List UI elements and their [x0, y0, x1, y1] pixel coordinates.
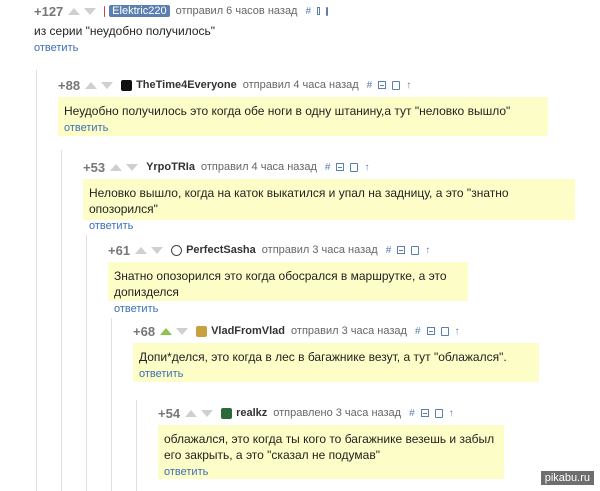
- permalink-icon[interactable]: #: [386, 245, 392, 256]
- avatar: [171, 244, 183, 256]
- save-icon[interactable]: [392, 80, 401, 90]
- upvote-icon[interactable]: [85, 81, 98, 89]
- thread-line: [111, 318, 112, 491]
- parent-arrow-icon[interactable]: ↑: [449, 408, 454, 419]
- reply-link[interactable]: ответить: [114, 303, 158, 315]
- comment-rating: +127: [34, 3, 64, 19]
- downvote-icon[interactable]: [126, 163, 139, 171]
- comment-author[interactable]: VladFromVlad: [211, 325, 285, 337]
- permalink-icon[interactable]: #: [415, 326, 421, 337]
- comment-time: отправил 4 часа назад: [200, 161, 317, 173]
- comment-header: +127 Elektric220 отправил 6 часов назад …: [34, 3, 334, 19]
- comment: +61 PerfectSasha отправил 3 часа назад #…: [108, 242, 588, 315]
- comment-time: отправил 3 часа назад: [261, 244, 378, 256]
- comment-body: Допи*делся, это когда в лес в багажнике …: [133, 343, 539, 382]
- comment: +54 realkz отправлено 3 часа назад # ↑ о…: [158, 405, 538, 479]
- downvote-icon[interactable]: [176, 327, 189, 335]
- comment-author[interactable]: Elektric220: [109, 5, 170, 17]
- permalink-icon[interactable]: #: [367, 80, 373, 91]
- downvote-icon[interactable]: [101, 81, 114, 89]
- reply-link[interactable]: ответить: [89, 220, 133, 232]
- comment-text: из серии "неудобно получилось": [34, 24, 216, 38]
- save-icon[interactable]: [411, 245, 420, 255]
- comment-header: +53 YrpoTRIa отправил 4 часа назад # ↑: [83, 159, 593, 175]
- comment-header: +88 TheTime4Everyone отправил 4 часа наз…: [58, 77, 588, 93]
- comment: +68 VladFromVlad отправил 3 часа назад #…: [133, 323, 593, 382]
- comment-text: Неловко вышло, когда на каток выкатился …: [89, 186, 509, 216]
- upvote-icon[interactable]: [185, 409, 198, 417]
- collapse-icon[interactable]: [397, 246, 406, 254]
- parent-arrow-icon[interactable]: ↑: [364, 162, 369, 173]
- watermark: pikabu.ru: [540, 471, 594, 485]
- comment-time: отправил 3 часа назад: [291, 325, 407, 337]
- comment-body: Знатно опозорился это когда обосрался в …: [108, 262, 468, 315]
- comment-author[interactable]: PerfectSasha: [186, 244, 256, 256]
- comment-time: отправлено 3 часа назад: [273, 407, 402, 419]
- avatar: [104, 5, 106, 17]
- avatar: [221, 407, 233, 419]
- upvote-icon[interactable]: [68, 7, 81, 15]
- comment-author[interactable]: TheTime4Everyone: [136, 79, 237, 91]
- comment-text: Знатно опозорился это когда обосрался в …: [114, 269, 447, 299]
- downvote-icon[interactable]: [151, 246, 164, 254]
- comment: +127 Elektric220 отправил 6 часов назад …: [34, 3, 334, 54]
- comment: +88 TheTime4Everyone отправил 4 часа наз…: [58, 77, 588, 136]
- comment-text: Допи*делся, это когда в лес в багажнике …: [139, 350, 507, 364]
- comment-body: Неловко вышло, когда на каток выкатился …: [83, 179, 575, 232]
- save-icon[interactable]: [350, 162, 359, 172]
- comment-header: +54 realkz отправлено 3 часа назад # ↑: [158, 405, 538, 421]
- comment-header: +68 VladFromVlad отправил 3 часа назад #…: [133, 323, 593, 339]
- comment-body: облажался, это когда ты кого то багажник…: [158, 425, 504, 479]
- permalink-icon[interactable]: #: [305, 6, 311, 17]
- parent-arrow-icon[interactable]: ↑: [425, 245, 430, 256]
- collapse-icon[interactable]: [420, 409, 429, 417]
- comment-author[interactable]: YrpoTRIa: [146, 161, 195, 173]
- permalink-icon[interactable]: #: [325, 162, 331, 173]
- comment-rating: +68: [133, 323, 156, 339]
- collapse-icon[interactable]: [317, 7, 320, 15]
- downvote-icon[interactable]: [201, 409, 214, 417]
- collapse-icon[interactable]: [426, 327, 435, 335]
- permalink-icon[interactable]: #: [409, 408, 415, 419]
- comment-body: Неудобно получилось это когда обе ноги в…: [58, 97, 548, 136]
- downvote-icon[interactable]: [84, 7, 97, 15]
- collapse-icon[interactable]: [336, 163, 345, 171]
- comment-time: отправил 6 часов назад: [175, 5, 298, 17]
- avatar: [196, 325, 208, 337]
- thread-line: [136, 400, 137, 491]
- reply-link[interactable]: ответить: [64, 122, 108, 134]
- reply-link[interactable]: ответить: [139, 368, 183, 380]
- comment-rating: +61: [108, 242, 131, 258]
- save-icon[interactable]: [440, 326, 449, 336]
- comment-rating: +54: [158, 405, 181, 421]
- avatar: [121, 79, 133, 91]
- reply-link[interactable]: ответить: [34, 42, 78, 54]
- upvote-icon[interactable]: [160, 327, 173, 335]
- upvote-icon[interactable]: [110, 163, 123, 171]
- collapse-icon[interactable]: [378, 81, 387, 89]
- upvote-icon[interactable]: [135, 246, 148, 254]
- comment-header: +61 PerfectSasha отправил 3 часа назад #…: [108, 242, 588, 258]
- comment: +53 YrpoTRIa отправил 4 часа назад # ↑ Н…: [83, 159, 593, 232]
- thread-line: [61, 150, 62, 491]
- comment-author[interactable]: realkz: [236, 407, 267, 419]
- comment-text: Неудобно получилось это когда обе ноги в…: [64, 104, 511, 118]
- reply-link[interactable]: ответить: [164, 466, 208, 478]
- comment-time: отправил 4 часа назад: [242, 79, 359, 91]
- thread-line: [86, 235, 87, 491]
- comment-rating: +53: [83, 159, 106, 175]
- parent-arrow-icon[interactable]: ↑: [406, 80, 411, 91]
- parent-arrow-icon[interactable]: ↑: [455, 326, 460, 337]
- comment-rating: +88: [58, 77, 81, 93]
- save-icon[interactable]: [325, 6, 329, 16]
- save-icon[interactable]: [434, 408, 443, 418]
- comment-text: облажался, это когда ты кого то багажник…: [164, 432, 495, 462]
- thread-line: [36, 70, 37, 491]
